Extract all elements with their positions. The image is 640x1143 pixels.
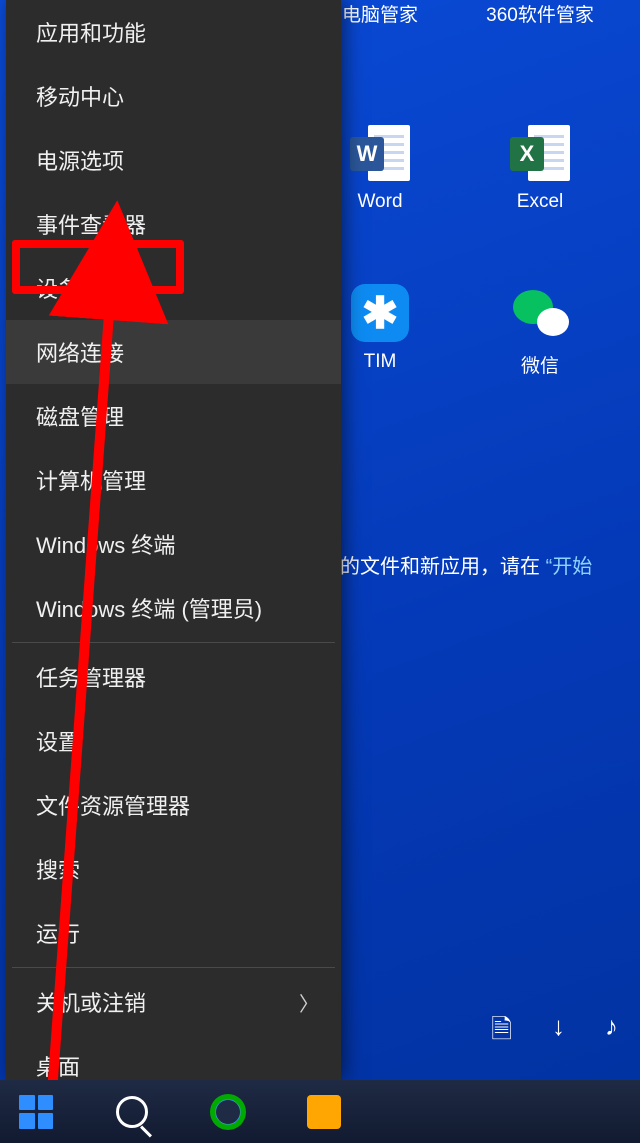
folder-icon [307, 1095, 341, 1129]
menu-item-search[interactable]: 搜索 [6, 837, 341, 901]
taskbar-app-button[interactable] [298, 1086, 350, 1138]
desktop-icon-label: 电脑管家 [342, 0, 418, 27]
desktop-icons: 电脑管家 360软件管家 W Word X [330, 0, 640, 378]
desktop-icon-pcmanager[interactable]: 电脑管家 [330, 0, 430, 27]
taskbar [0, 1080, 640, 1143]
download-icon[interactable]: ↓ [552, 1011, 565, 1055]
desktop-icon-word[interactable]: W Word [330, 123, 430, 213]
menu-item-mobility-center[interactable]: 移动中心 [6, 64, 341, 128]
menu-separator [12, 642, 335, 643]
desktop-icon-360mgr[interactable]: 360软件管家 [490, 0, 590, 27]
desktop-icon-label: TIM [364, 351, 397, 373]
taskbar-settings-button[interactable] [202, 1086, 254, 1138]
winx-context-menu: 应用和功能 移动中心 电源选项 事件查看器 设备管理器 网络连接 磁盘管理 计算… [6, 0, 341, 1080]
menu-item-file-explorer[interactable]: 文件资源管理器 [6, 773, 341, 837]
desktop-hint-text: 的文件和新应用，请在 “开始 [340, 550, 592, 579]
menu-item-computer-management[interactable]: 计算机管理 [6, 448, 341, 512]
search-icon [116, 1096, 148, 1128]
start-link[interactable]: “开始 [546, 556, 593, 578]
menu-item-disk-management[interactable]: 磁盘管理 [6, 384, 341, 448]
menu-item-run[interactable]: 运行 [6, 901, 341, 965]
menu-item-apps-features[interactable]: 应用和功能 [6, 0, 341, 64]
menu-separator [12, 967, 335, 968]
file-icon[interactable]: 🗎 [491, 1011, 512, 1055]
desktop-icon-label: Excel [517, 191, 563, 213]
desktop-icon-label: Word [357, 191, 402, 213]
taskbar-search-button[interactable] [106, 1086, 158, 1138]
chevron-right-icon: 〉 [299, 988, 319, 1017]
start-icon [19, 1095, 53, 1129]
tim-icon: ✱ [351, 284, 409, 342]
menu-item-power-options[interactable]: 电源选项 [6, 128, 341, 192]
word-icon: W [350, 125, 410, 181]
wechat-icon [511, 284, 569, 342]
desktop-icon-label: 360软件管家 [486, 0, 594, 27]
menu-item-settings[interactable]: 设置 [6, 709, 341, 773]
desktop-icon-tim[interactable]: ✱ TIM [330, 283, 430, 378]
start-button[interactable] [10, 1086, 62, 1138]
menu-item-windows-terminal-admin[interactable]: Windows 终端 (管理员) [6, 576, 341, 640]
menu-item-task-manager[interactable]: 任务管理器 [6, 645, 341, 709]
gear-icon [210, 1094, 246, 1130]
menu-item-device-manager[interactable]: 设备管理器 [6, 256, 341, 320]
desktop-icon-excel[interactable]: X Excel [490, 123, 590, 213]
menu-item-event-viewer[interactable]: 事件查看器 [6, 192, 341, 256]
music-icon[interactable]: ♪ [605, 1011, 618, 1055]
desktop-icon-wechat[interactable]: 微信 [490, 283, 590, 378]
menu-item-windows-terminal[interactable]: Windows 终端 [6, 512, 341, 576]
desktop-icon-label: 微信 [521, 351, 559, 378]
excel-icon: X [510, 125, 570, 181]
menu-item-network-connections[interactable]: 网络连接 [6, 320, 341, 384]
menu-item-shutdown-signout[interactable]: 关机或注销 〉 [6, 970, 341, 1034]
tray-icons: 🗎 ↓ ♪ [491, 1003, 640, 1063]
